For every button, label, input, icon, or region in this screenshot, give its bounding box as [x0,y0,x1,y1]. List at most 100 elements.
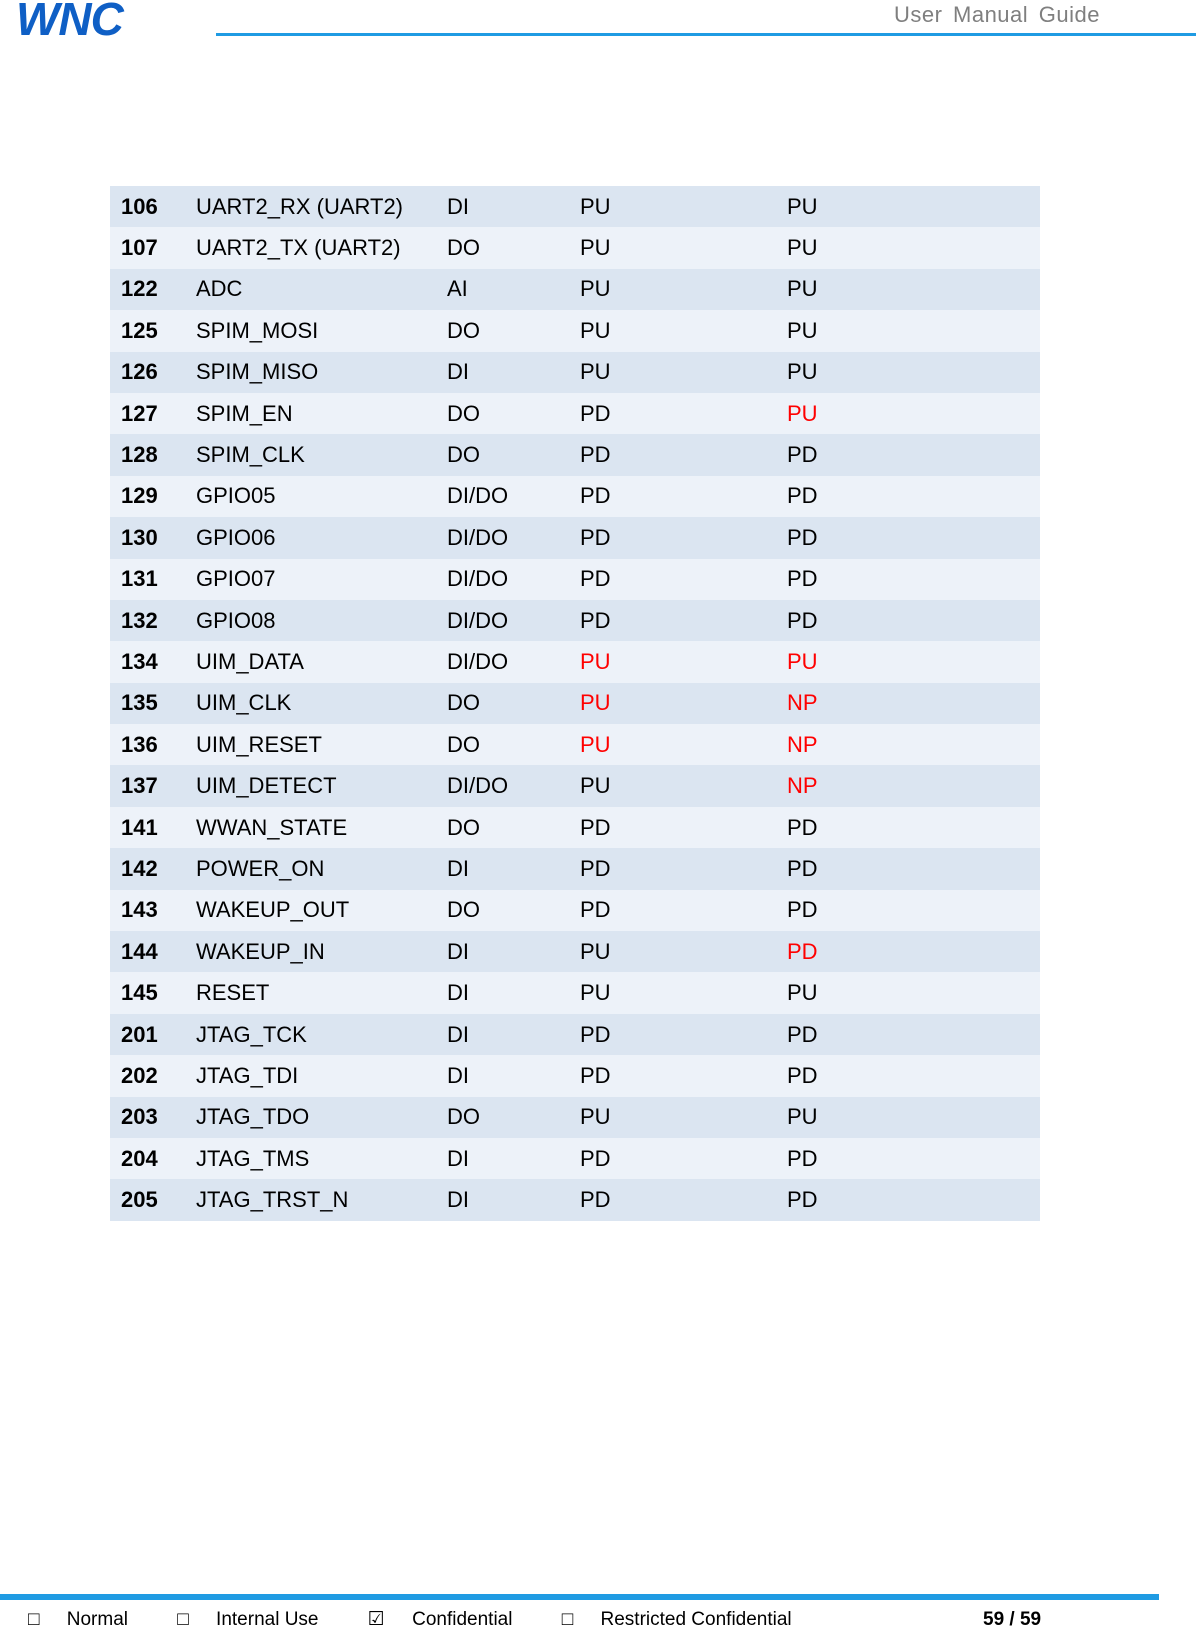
pin-state-table: 106 UART2_RX (UART2) DI PU PU 107 UART2_TX (UA… [110,186,1040,1221]
pin-type: DO [447,392,580,435]
pin-number: 127 [110,392,196,435]
table-row: 122 ADC AI PU PU [110,268,1040,311]
state-1: PD [580,475,787,518]
table-row: 136 UIM_RESET DO PU NP [110,724,1040,766]
state-2: PD [787,889,1040,932]
checked-checkbox-icon: ☑ [367,1609,385,1630]
state-2: PU [787,641,1040,683]
pin-type: DI/DO [447,765,580,807]
pin-number: 122 [110,268,196,311]
state-2: PU [787,972,1040,1014]
table-row: 137 UIM_DETECT DI/DO PU NP [110,765,1040,807]
state-2: PD [787,434,1040,476]
state-2: NP [787,765,1040,807]
pin-name: GPIO08 [196,599,447,642]
pin-number: 106 [110,186,196,228]
state-2: PD [787,848,1040,890]
pin-number: 135 [110,682,196,725]
page-number: 59 / 59 [983,1609,1042,1630]
pin-name: GPIO07 [196,558,447,600]
state-1: PU [580,972,787,1014]
pin-name: ADC [196,268,447,311]
table-row: 131 GPIO07 DI/DO PD PD [110,558,1040,600]
pin-name: JTAG_TCK [196,1013,447,1056]
state-1: PU [580,268,787,311]
state-1: PD [580,1137,787,1180]
pin-type: DO [447,682,580,725]
state-2: PD [787,1013,1040,1056]
pin-name: GPIO06 [196,517,447,559]
state-1: PD [580,889,787,932]
state-2: PD [787,931,1040,973]
pin-type: AI [447,268,580,311]
state-1: PU [580,724,787,766]
state-1: PD [580,434,787,476]
state-2: PD [787,599,1040,642]
pin-name: RESET [196,972,447,1014]
pin-type: DI/DO [447,517,580,559]
table-row: 107 UART2_TX (UART2) DO PU PU [110,227,1040,269]
state-2: PD [787,558,1040,600]
state-2: PU [787,1096,1040,1138]
pin-type: DI [447,351,580,393]
pin-number: 130 [110,517,196,559]
state-2: PD [787,1055,1040,1097]
table-row: 128 SPIM_CLK DO PD PD [110,434,1040,476]
logo-text: WNC [16,0,125,40]
state-2: PU [787,268,1040,311]
pin-number: 205 [110,1179,196,1221]
pin-name: UIM_DETECT [196,765,447,807]
footer-divider [0,1594,1159,1600]
table-row: 134 UIM_DATA DI/DO PU PU [110,641,1040,683]
table-row: 143 WAKEUP_OUT DO PD PD [110,889,1040,932]
wnc-logo: WNC [16,0,196,45]
state-2: PD [787,517,1040,559]
pin-name: SPIM_MOSI [196,310,447,352]
pin-number: 202 [110,1055,196,1097]
pin-number: 128 [110,434,196,476]
table-row: 203 JTAG_TDO DO PU PU [110,1096,1040,1138]
pin-number: 132 [110,599,196,642]
classification-internal-use: □ Internal Use [177,1609,319,1630]
table-row: 142 POWER_ON DI PD PD [110,848,1040,890]
pin-number: 136 [110,724,196,766]
pin-type: DO [447,889,580,932]
table-row: 127 SPIM_EN DO PD PU [110,392,1040,435]
state-1: PD [580,806,787,849]
state-1: PU [580,227,787,269]
pin-number: 143 [110,889,196,932]
table-row: 145 RESET DI PU PU [110,972,1040,1014]
pin-type: DI [447,931,580,973]
pin-type: DO [447,227,580,269]
state-1: PU [580,186,787,228]
pin-name: WWAN_STATE [196,806,447,849]
header-divider [216,33,1196,36]
state-2: PD [787,1179,1040,1221]
pin-name: SPIM_CLK [196,434,447,476]
pin-name: WAKEUP_OUT [196,889,447,932]
table-row: 204 JTAG_TMS DI PD PD [110,1137,1040,1180]
table-row: 106 UART2_RX (UART2) DI PU PU [110,186,1040,228]
table-row: 126 SPIM_MISO DI PU PU [110,351,1040,393]
state-1: PD [580,599,787,642]
state-2: PU [787,351,1040,393]
pin-name: SPIM_EN [196,392,447,435]
table-row: 141 WWAN_STATE DO PD PD [110,806,1040,849]
pin-type: DI/DO [447,641,580,683]
pin-type: DI [447,1055,580,1097]
pin-name: JTAG_TRST_N [196,1179,447,1221]
classification-labels: □ Normal □ Internal Use ☑ Confidential □… [28,1608,836,1631]
pin-name: JTAG_TDI [196,1055,447,1097]
state-2: PU [787,227,1040,269]
state-2: NP [787,724,1040,766]
table-row: 130 GPIO06 DI/DO PD PD [110,517,1040,559]
pin-type: DI/DO [447,558,580,600]
classification-normal: □ Normal [28,1609,128,1630]
classification-confidential: ☑ Confidential [367,1609,513,1630]
state-1: PD [580,392,787,435]
pin-type: DI [447,848,580,890]
table-row: 129 GPIO05 DI/DO PD PD [110,475,1040,518]
table-row: 125 SPIM_MOSI DO PU PU [110,310,1040,352]
pin-number: 141 [110,806,196,849]
pin-name: UART2_RX (UART2) [196,186,447,228]
